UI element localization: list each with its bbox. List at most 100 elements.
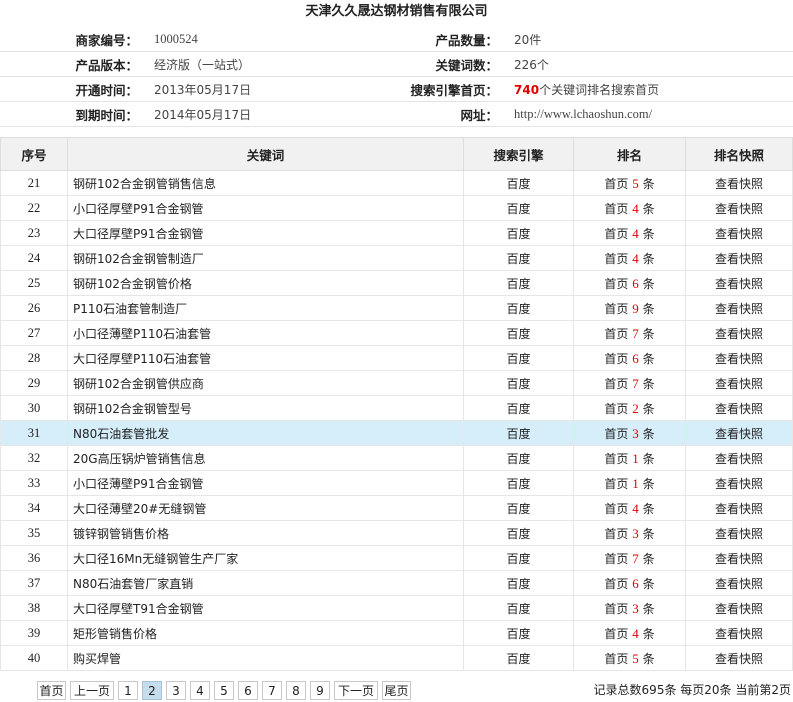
table-row: 30 钢研102合金钢管型号 百度 首页 2 条查看快照 bbox=[0, 395, 793, 421]
view-snapshot-link[interactable]: 查看快照 bbox=[685, 195, 793, 221]
page-button-8[interactable]: 8 bbox=[286, 681, 306, 700]
rank-suffix: 条 bbox=[642, 476, 655, 491]
view-snapshot-link[interactable]: 查看快照 bbox=[685, 245, 793, 271]
rank-suffix: 条 bbox=[642, 301, 655, 316]
view-snapshot-link[interactable]: 查看快照 bbox=[685, 220, 793, 246]
page-button-5[interactable]: 5 bbox=[214, 681, 234, 700]
row-keyword: 钢研102合金钢管价格 bbox=[67, 270, 464, 296]
table-row: 22 小口径厚壁P91合金钢管 百度 首页 4 条查看快照 bbox=[0, 195, 793, 221]
info-row: 开通时间： 2013年05月17日 搜索引擎首页： 740个关键词排名搜索首页 bbox=[0, 76, 793, 102]
view-snapshot-link[interactable]: 查看快照 bbox=[685, 170, 793, 196]
view-snapshot-link[interactable]: 查看快照 bbox=[685, 295, 793, 321]
rank-prefix: 首页 bbox=[604, 351, 629, 366]
product-count-value: 20件 bbox=[504, 27, 793, 52]
row-keyword: 大口径厚壁P110石油套管 bbox=[67, 345, 464, 371]
view-snapshot-link[interactable]: 查看快照 bbox=[685, 545, 793, 571]
row-keyword: 镀锌钢管销售价格 bbox=[67, 520, 464, 546]
rank-number: 4 bbox=[632, 250, 639, 266]
col-header-rank: 排名 bbox=[573, 137, 686, 171]
view-snapshot-link[interactable]: 查看快照 bbox=[685, 495, 793, 521]
row-index: 29 bbox=[0, 370, 68, 396]
row-search-engine: 百度 bbox=[463, 420, 574, 446]
page-button-9[interactable]: 9 bbox=[310, 681, 330, 700]
table-row: 38 大口径厚壁T91合金钢管 百度 首页 3 条查看快照 bbox=[0, 595, 793, 621]
first-page-button[interactable]: 首页 bbox=[37, 681, 66, 700]
merchant-id-label: 商家编号： bbox=[0, 27, 144, 52]
view-snapshot-link[interactable]: 查看快照 bbox=[685, 445, 793, 471]
product-count-label: 产品数量： bbox=[357, 27, 504, 52]
rank-prefix: 首页 bbox=[604, 326, 629, 341]
view-snapshot-link[interactable]: 查看快照 bbox=[685, 645, 793, 671]
row-search-engine: 百度 bbox=[463, 395, 574, 421]
rank-prefix: 首页 bbox=[604, 551, 629, 566]
row-index: 36 bbox=[0, 545, 68, 571]
row-rank: 首页 5 条 bbox=[573, 645, 686, 671]
view-snapshot-link[interactable]: 查看快照 bbox=[685, 270, 793, 296]
row-search-engine: 百度 bbox=[463, 570, 574, 596]
table-row: 21 钢研102合金钢管销售信息 百度 首页 5 条查看快照 bbox=[0, 170, 793, 196]
expire-time-value: 2014年05月17日 bbox=[144, 101, 357, 127]
row-index: 33 bbox=[0, 470, 68, 496]
site-label: 网址： bbox=[357, 101, 504, 127]
row-search-engine: 百度 bbox=[463, 545, 574, 571]
rank-number: 3 bbox=[632, 600, 639, 616]
table-body: 21 钢研102合金钢管销售信息 百度 首页 5 条查看快照 22 小口径厚壁P91合金钢… bbox=[0, 170, 793, 671]
row-index: 39 bbox=[0, 620, 68, 646]
rank-prefix: 首页 bbox=[604, 376, 629, 391]
row-rank: 首页 6 条 bbox=[573, 345, 686, 371]
version-value: 经济版（一站式） bbox=[144, 51, 357, 77]
view-snapshot-link[interactable]: 查看快照 bbox=[685, 520, 793, 546]
row-rank: 首页 2 条 bbox=[573, 395, 686, 421]
rank-number: 7 bbox=[632, 325, 639, 341]
table-row: 29 钢研102合金钢管供应商 百度 首页 7 条查看快照 bbox=[0, 370, 793, 396]
table-row: 23 大口径厚壁P91合金钢管 百度 首页 4 条查看快照 bbox=[0, 220, 793, 246]
view-snapshot-link[interactable]: 查看快照 bbox=[685, 420, 793, 446]
row-keyword: 购买焊管 bbox=[67, 645, 464, 671]
row-keyword: 小口径厚壁P91合金钢管 bbox=[67, 195, 464, 221]
row-search-engine: 百度 bbox=[463, 595, 574, 621]
row-index: 22 bbox=[0, 195, 68, 221]
rank-prefix: 首页 bbox=[604, 451, 629, 466]
row-search-engine: 百度 bbox=[463, 220, 574, 246]
row-rank: 首页 4 条 bbox=[573, 220, 686, 246]
row-rank: 首页 1 条 bbox=[573, 445, 686, 471]
last-page-button[interactable]: 尾页 bbox=[382, 681, 411, 700]
rank-suffix: 条 bbox=[642, 251, 655, 266]
rank-number: 5 bbox=[632, 650, 639, 666]
view-snapshot-link[interactable]: 查看快照 bbox=[685, 570, 793, 596]
row-rank: 首页 3 条 bbox=[573, 520, 686, 546]
page-button-4[interactable]: 4 bbox=[190, 681, 210, 700]
table-row: 32 20G高压锅炉管销售信息 百度 首页 1 条查看快照 bbox=[0, 445, 793, 471]
row-keyword: N80石油套管批发 bbox=[67, 420, 464, 446]
expire-time-label: 到期时间： bbox=[0, 101, 144, 127]
pagination: 记录总数695条 每页20条 当前第2页 首页 上一页 1 2 3 4 5 6 7 8 9 下一页 尾页 bbox=[0, 679, 793, 702]
site-url-link[interactable]: http://www.lchaoshun.com/ bbox=[504, 101, 793, 127]
next-page-button[interactable]: 下一页 bbox=[334, 681, 378, 700]
page-button-1[interactable]: 1 bbox=[118, 681, 138, 700]
prev-page-button[interactable]: 上一页 bbox=[70, 681, 114, 700]
row-index: 28 bbox=[0, 345, 68, 371]
row-keyword: N80石油套管厂家直销 bbox=[67, 570, 464, 596]
row-rank: 首页 5 条 bbox=[573, 170, 686, 196]
view-snapshot-link[interactable]: 查看快照 bbox=[685, 395, 793, 421]
page-button-3[interactable]: 3 bbox=[166, 681, 186, 700]
view-snapshot-link[interactable]: 查看快照 bbox=[685, 620, 793, 646]
page-button-7[interactable]: 7 bbox=[262, 681, 282, 700]
row-search-engine: 百度 bbox=[463, 170, 574, 196]
page-button-2[interactable]: 2 bbox=[142, 681, 162, 700]
row-index: 32 bbox=[0, 445, 68, 471]
row-rank: 首页 6 条 bbox=[573, 270, 686, 296]
row-rank: 首页 9 条 bbox=[573, 295, 686, 321]
view-snapshot-link[interactable]: 查看快照 bbox=[685, 320, 793, 346]
row-rank: 首页 4 条 bbox=[573, 620, 686, 646]
rank-suffix: 条 bbox=[642, 451, 655, 466]
page-button-6[interactable]: 6 bbox=[238, 681, 258, 700]
view-snapshot-link[interactable]: 查看快照 bbox=[685, 345, 793, 371]
search-engine-text: 个关键词排名搜索首页 bbox=[539, 82, 660, 97]
row-search-engine: 百度 bbox=[463, 520, 574, 546]
col-header-keyword: 关键词 bbox=[67, 137, 464, 171]
row-search-engine: 百度 bbox=[463, 320, 574, 346]
view-snapshot-link[interactable]: 查看快照 bbox=[685, 470, 793, 496]
view-snapshot-link[interactable]: 查看快照 bbox=[685, 595, 793, 621]
view-snapshot-link[interactable]: 查看快照 bbox=[685, 370, 793, 396]
